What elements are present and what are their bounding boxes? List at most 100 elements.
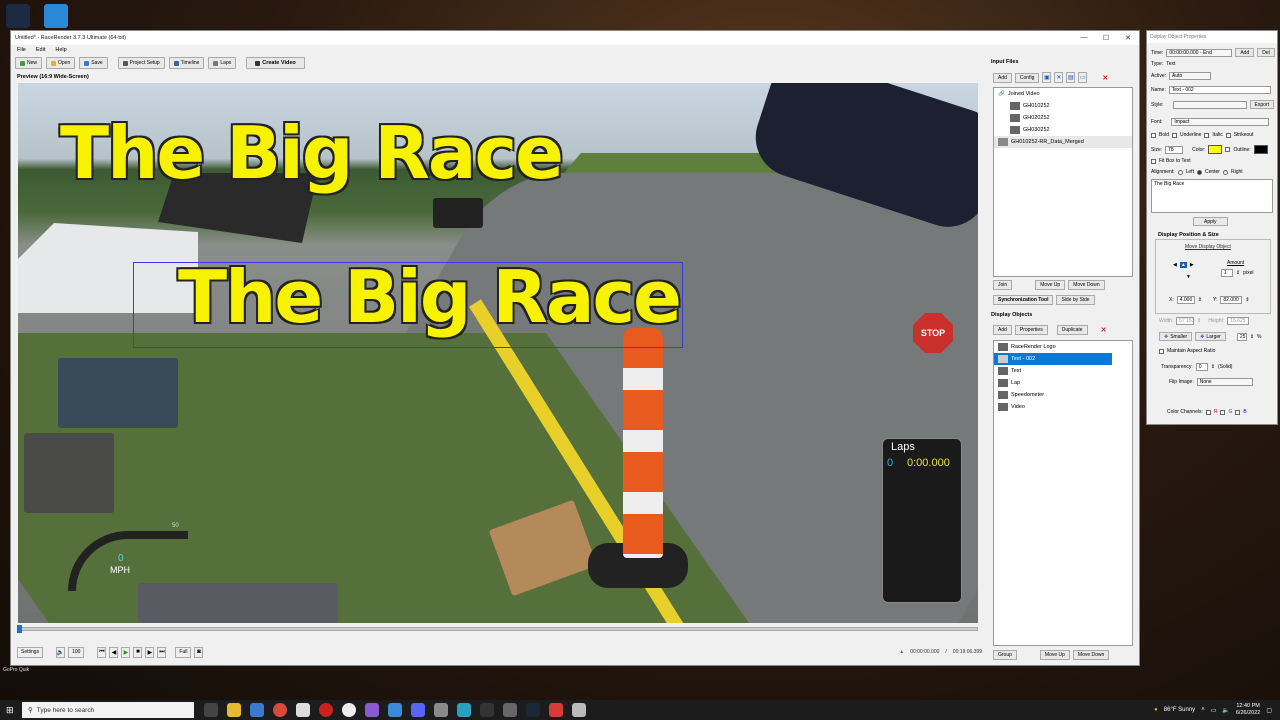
open-button[interactable]: Open	[46, 57, 76, 69]
chart-app-icon[interactable]	[44, 4, 68, 28]
racerender-taskbar-icon[interactable]	[549, 703, 563, 717]
stop-icon[interactable]: ■	[133, 646, 143, 658]
settings-button[interactable]: Settings	[17, 646, 44, 658]
input-move-up-button[interactable]: Move Up	[1035, 280, 1066, 290]
menu-file[interactable]: File	[17, 47, 26, 53]
kart-app-icon[interactable]	[365, 703, 379, 717]
chrome-icon[interactable]	[273, 703, 287, 717]
tray-chevron-icon[interactable]: ˄	[1201, 707, 1205, 713]
export-button[interactable]: Export	[1249, 100, 1274, 109]
join-button[interactable]: Join	[993, 280, 1013, 290]
list-item[interactable]: RaceRender Logo	[994, 341, 1132, 353]
width-stepper-icon[interactable]: ⇕	[1197, 318, 1201, 324]
input-config-button[interactable]: Config	[1014, 72, 1040, 83]
input-add-button[interactable]: Add	[993, 72, 1012, 83]
transparency-stepper-icon[interactable]: ⇕	[1211, 364, 1215, 370]
start-icon[interactable]: ⊞	[6, 705, 14, 716]
speedometer-overlay[interactable]: 50 0 MPH	[58, 523, 198, 591]
timeline-scrubber[interactable]	[17, 625, 978, 633]
time-add-button[interactable]: Add	[1235, 48, 1255, 57]
input-tool-icon-4[interactable]: ▭	[1078, 72, 1088, 83]
outline-color-swatch[interactable]	[1253, 145, 1268, 154]
text-content-field[interactable]: The Big Race	[1151, 179, 1273, 213]
circle-app-icon[interactable]	[342, 703, 356, 717]
amount-field[interactable]: 1	[1221, 269, 1233, 277]
time-del-button[interactable]: Del	[1257, 48, 1275, 57]
weather-text[interactable]: 86°F Sunny	[1164, 707, 1195, 713]
new-button[interactable]: New	[15, 57, 43, 69]
input-remove-icon[interactable]: ✕	[1102, 74, 1108, 82]
maintain-aspect-checkbox[interactable]	[1159, 348, 1164, 354]
x-field[interactable]: 4.000	[1176, 296, 1195, 304]
minimize-button[interactable]: —	[1073, 34, 1095, 42]
selection-box[interactable]	[133, 262, 683, 348]
timeline-knob[interactable]	[17, 625, 22, 633]
bold-checkbox[interactable]	[1151, 132, 1156, 138]
smaller-button[interactable]: ✥ Smaller	[1159, 332, 1193, 341]
up-arrow-icon[interactable]: ▲	[1179, 262, 1187, 268]
object-add-button[interactable]: Add	[993, 325, 1012, 335]
height-field[interactable]: 15.625	[1227, 317, 1250, 325]
list-item[interactable]: GH010252	[994, 100, 1132, 112]
menu-edit[interactable]: Edit	[36, 47, 45, 53]
percent-stepper-icon[interactable]: ⇕	[1250, 334, 1254, 340]
volume-icon[interactable]: 🔈	[56, 646, 66, 658]
time-dropdown[interactable]: 00:00:00.000 - End	[1166, 48, 1233, 57]
checkered-flag-icon[interactable]	[572, 703, 586, 717]
input-move-down-button[interactable]: Move Down	[1068, 280, 1105, 290]
fastrace-app-icon[interactable]	[6, 4, 30, 28]
list-item[interactable]: GH030252	[994, 124, 1132, 136]
sync-tool-button[interactable]: Synchronization Tool	[993, 295, 1054, 305]
taskbar-search[interactable]: ⚲ Type here to search	[22, 702, 194, 718]
apply-button[interactable]: Apply	[1193, 217, 1228, 226]
strikeout-checkbox[interactable]	[1225, 132, 1231, 138]
right-arrow-icon[interactable]: ▶	[1190, 262, 1194, 268]
text-color-swatch[interactable]	[1208, 145, 1223, 154]
blue-channel-checkbox[interactable]	[1235, 409, 1241, 415]
overlay-text-title[interactable]: The Big Race	[60, 111, 564, 195]
display-objects-list[interactable]: RaceRender Logo Text - 002 Text Lap Spee…	[993, 340, 1133, 646]
object-duplicate-button[interactable]: Duplicate	[1056, 325, 1088, 335]
weather-icon[interactable]: ●	[1154, 707, 1158, 713]
input-tool-icon-1[interactable]: ▣	[1042, 72, 1052, 83]
align-center-radio[interactable]	[1196, 169, 1202, 175]
menu-help[interactable]: Help	[55, 47, 66, 53]
full-button[interactable]: Full	[175, 646, 192, 658]
list-item[interactable]: Lap	[994, 377, 1132, 389]
laps-overlay[interactable]: Laps 0 0:00.000	[882, 438, 962, 603]
list-item[interactable]: Text - 002	[994, 353, 1112, 365]
size-field[interactable]: 78	[1165, 145, 1184, 154]
close-button[interactable]: ✕	[1117, 34, 1139, 42]
steam-icon[interactable]	[526, 703, 540, 717]
skip-forward-icon[interactable]: ⏭	[157, 646, 167, 658]
save-button[interactable]: Save	[79, 57, 108, 69]
play-icon[interactable]: ▶	[121, 646, 131, 658]
video-preview[interactable]: STOP The Big Race The Big Race Laps 0 0:…	[18, 83, 978, 623]
y-stepper-icon[interactable]: ⇕	[1245, 297, 1249, 303]
italic-checkbox[interactable]	[1204, 132, 1210, 138]
notification-icon[interactable]: ▢	[1266, 707, 1272, 714]
list-item[interactable]: 🔗 Joined Video	[994, 88, 1132, 100]
input-files-list[interactable]: 🔗 Joined Video GH010252 GH020252 GH030252…	[993, 87, 1133, 277]
larger-button[interactable]: ✥ Larger	[1195, 332, 1226, 341]
skip-back-icon[interactable]: ⏮	[97, 646, 107, 658]
move-display-object-link[interactable]: Move Display Object	[1185, 244, 1231, 250]
active-dropdown[interactable]: Auto	[1169, 72, 1212, 80]
marker-icon[interactable]: ▲	[899, 649, 904, 655]
list-item[interactable]: Text	[994, 365, 1132, 377]
network-icon[interactable]: ▭	[1211, 707, 1217, 714]
style-dropdown[interactable]	[1172, 100, 1247, 109]
photos-icon[interactable]	[388, 703, 402, 717]
camera-icon[interactable]: ◙	[194, 646, 204, 658]
step-back-icon[interactable]: ◀	[109, 646, 119, 658]
laps-button[interactable]: Laps	[208, 57, 237, 69]
list-item[interactable]: GH010252-RR_Data_Merged	[994, 136, 1132, 148]
amount-stepper-icon[interactable]: ⇕	[1236, 270, 1240, 276]
object-remove-icon[interactable]: ✕	[1101, 326, 1107, 334]
object-move-up-button[interactable]: Move Up	[1039, 650, 1070, 660]
group-button[interactable]: Group	[993, 650, 1017, 660]
percent-field[interactable]: 25	[1236, 332, 1247, 341]
font-dropdown[interactable]: Impact	[1171, 118, 1270, 126]
underline-checkbox[interactable]	[1172, 132, 1178, 138]
project-setup-button[interactable]: Project Setup	[117, 57, 165, 69]
